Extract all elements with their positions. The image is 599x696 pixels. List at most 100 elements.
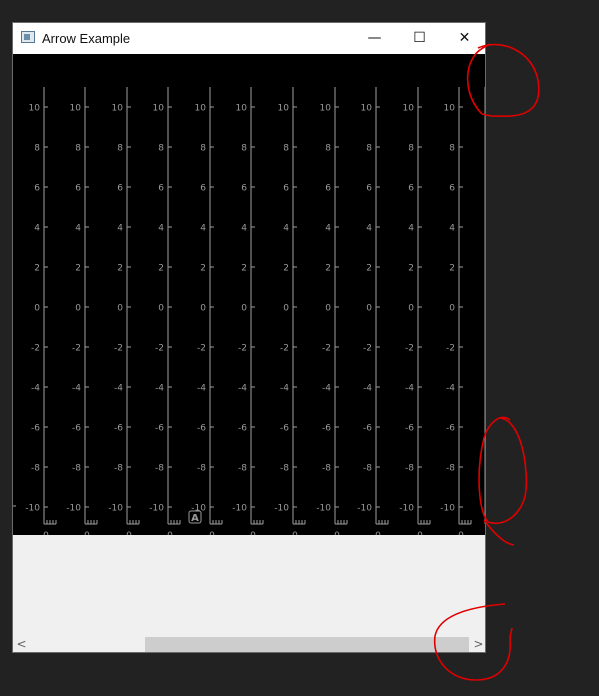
y-tick-label: -2 <box>446 344 455 354</box>
y-tick-label: 10 <box>403 104 415 114</box>
y-tick-label: 0 <box>200 304 206 314</box>
horizontal-scrollbar[interactable]: < > <box>13 636 485 652</box>
y-tick-label: 0 <box>449 304 455 314</box>
y-tick-label: 4 <box>34 224 40 234</box>
y-tick-label: -8 <box>238 464 247 474</box>
y-tick-label: -10 <box>274 504 289 514</box>
y-tick-label: -6 <box>363 424 372 434</box>
y-tick-label: 8 <box>117 144 123 154</box>
y-tick-label: -4 <box>72 384 81 394</box>
y-tick-label: -4 <box>280 384 289 394</box>
y-tick-label: -4 <box>363 384 372 394</box>
y-tick-label: 2 <box>241 264 247 274</box>
y-tick-label: -2 <box>197 344 206 354</box>
y-tick-label: -2 <box>405 344 414 354</box>
y-tick-label: 10 <box>278 104 290 114</box>
y-tick-label: 6 <box>241 184 247 194</box>
y-tick-label: 6 <box>75 184 81 194</box>
plot-area: 10 8 6 4 2 0 -2 -4 -6 -8 -10 0 10 8 6 4 2 0 -2 -4 -6 -8 -10 0 10… <box>13 54 485 535</box>
maximize-button[interactable]: ☐ <box>397 23 442 54</box>
y-tick-label: -6 <box>446 424 455 434</box>
y-tick-label: 4 <box>366 224 372 234</box>
y-tick-label: 8 <box>241 144 247 154</box>
y-tick-label: 4 <box>75 224 81 234</box>
y-tick-label: -8 <box>31 464 40 474</box>
client-area <box>13 535 485 652</box>
y-tick-label: 0 <box>283 304 289 314</box>
y-tick-label: -2 <box>280 344 289 354</box>
y-tick-label: -8 <box>114 464 123 474</box>
scroll-right-arrow[interactable]: > <box>470 636 485 652</box>
y-tick-label: 4 <box>449 224 455 234</box>
y-tick-label: -10 <box>25 504 40 514</box>
scroll-left-arrow[interactable]: < <box>13 636 30 652</box>
y-tick-label: -8 <box>197 464 206 474</box>
y-tick-label: -10 <box>108 504 123 514</box>
y-tick-label: 4 <box>200 224 206 234</box>
y-tick-label: 0 <box>75 304 81 314</box>
y-tick-label: -10 <box>316 504 331 514</box>
y-tick-label: -4 <box>114 384 123 394</box>
y-tick-label: 2 <box>117 264 123 274</box>
y-tick-label: 8 <box>200 144 206 154</box>
y-tick-label: 10 <box>236 104 248 114</box>
app-icon <box>21 31 35 43</box>
y-tick-label: 10 <box>361 104 373 114</box>
y-tick-label: -8 <box>405 464 414 474</box>
y-tick-label: 6 <box>366 184 372 194</box>
y-tick-label: 4 <box>241 224 247 234</box>
y-tick-label: 6 <box>117 184 123 194</box>
y-tick-label: 8 <box>449 144 455 154</box>
app-window: Arrow Example — ☐ ✕ 1086420-2-4-6-8-1001… <box>12 22 486 653</box>
y-tick-label: 0 <box>241 304 247 314</box>
y-tick-label: 2 <box>158 264 164 274</box>
y-tick-label: -2 <box>238 344 247 354</box>
y-tick-label: 2 <box>34 264 40 274</box>
y-tick-label: 10 <box>444 104 456 114</box>
minimize-button[interactable]: — <box>352 23 397 54</box>
y-tick-label: 2 <box>283 264 289 274</box>
y-tick-label: 10 <box>153 104 165 114</box>
y-tick-label: -6 <box>114 424 123 434</box>
y-tick-label: 4 <box>325 224 331 234</box>
y-tick-label: -4 <box>405 384 414 394</box>
y-tick-label: 2 <box>200 264 206 274</box>
y-tick-label: 6 <box>408 184 414 194</box>
y-tick-label: -2 <box>114 344 123 354</box>
title-bar[interactable]: Arrow Example — ☐ ✕ <box>13 23 485 54</box>
y-tick-label: -10 <box>149 504 164 514</box>
y-tick-label: 8 <box>158 144 164 154</box>
y-tick-label: -10 <box>440 504 455 514</box>
y-tick-label: 0 <box>408 304 414 314</box>
y-tick-label: 8 <box>75 144 81 154</box>
window-title: Arrow Example <box>42 31 131 46</box>
y-tick-label: -8 <box>446 464 455 474</box>
y-tick-label: 4 <box>408 224 414 234</box>
y-tick-label: 6 <box>449 184 455 194</box>
scroll-thumb[interactable] <box>145 637 469 652</box>
y-tick-label: 2 <box>325 264 331 274</box>
y-tick-label: 6 <box>325 184 331 194</box>
y-tick-label: -2 <box>72 344 81 354</box>
y-tick-label: 10 <box>70 104 82 114</box>
y-tick-label: -8 <box>72 464 81 474</box>
y-tick-label: 8 <box>283 144 289 154</box>
y-tick-label: -10 <box>357 504 372 514</box>
y-tick-label: 6 <box>200 184 206 194</box>
y-tick-label: 6 <box>34 184 40 194</box>
y-tick-label: 0 <box>158 304 164 314</box>
close-button[interactable]: ✕ <box>442 23 485 54</box>
y-tick-label: 0 <box>34 304 40 314</box>
y-tick-label: 6 <box>283 184 289 194</box>
y-tick-label: -4 <box>155 384 164 394</box>
y-tick-label: 10 <box>195 104 207 114</box>
red-circle-annotation-middle <box>478 416 528 546</box>
y-tick-label: 2 <box>449 264 455 274</box>
y-tick-label: 4 <box>158 224 164 234</box>
y-tick-label: 10 <box>320 104 332 114</box>
y-tick-label: -6 <box>322 424 331 434</box>
y-tick-label: -4 <box>322 384 331 394</box>
y-tick-label: -8 <box>155 464 164 474</box>
y-tick-label: 10 <box>112 104 124 114</box>
y-tick-label: -10 <box>191 504 206 514</box>
